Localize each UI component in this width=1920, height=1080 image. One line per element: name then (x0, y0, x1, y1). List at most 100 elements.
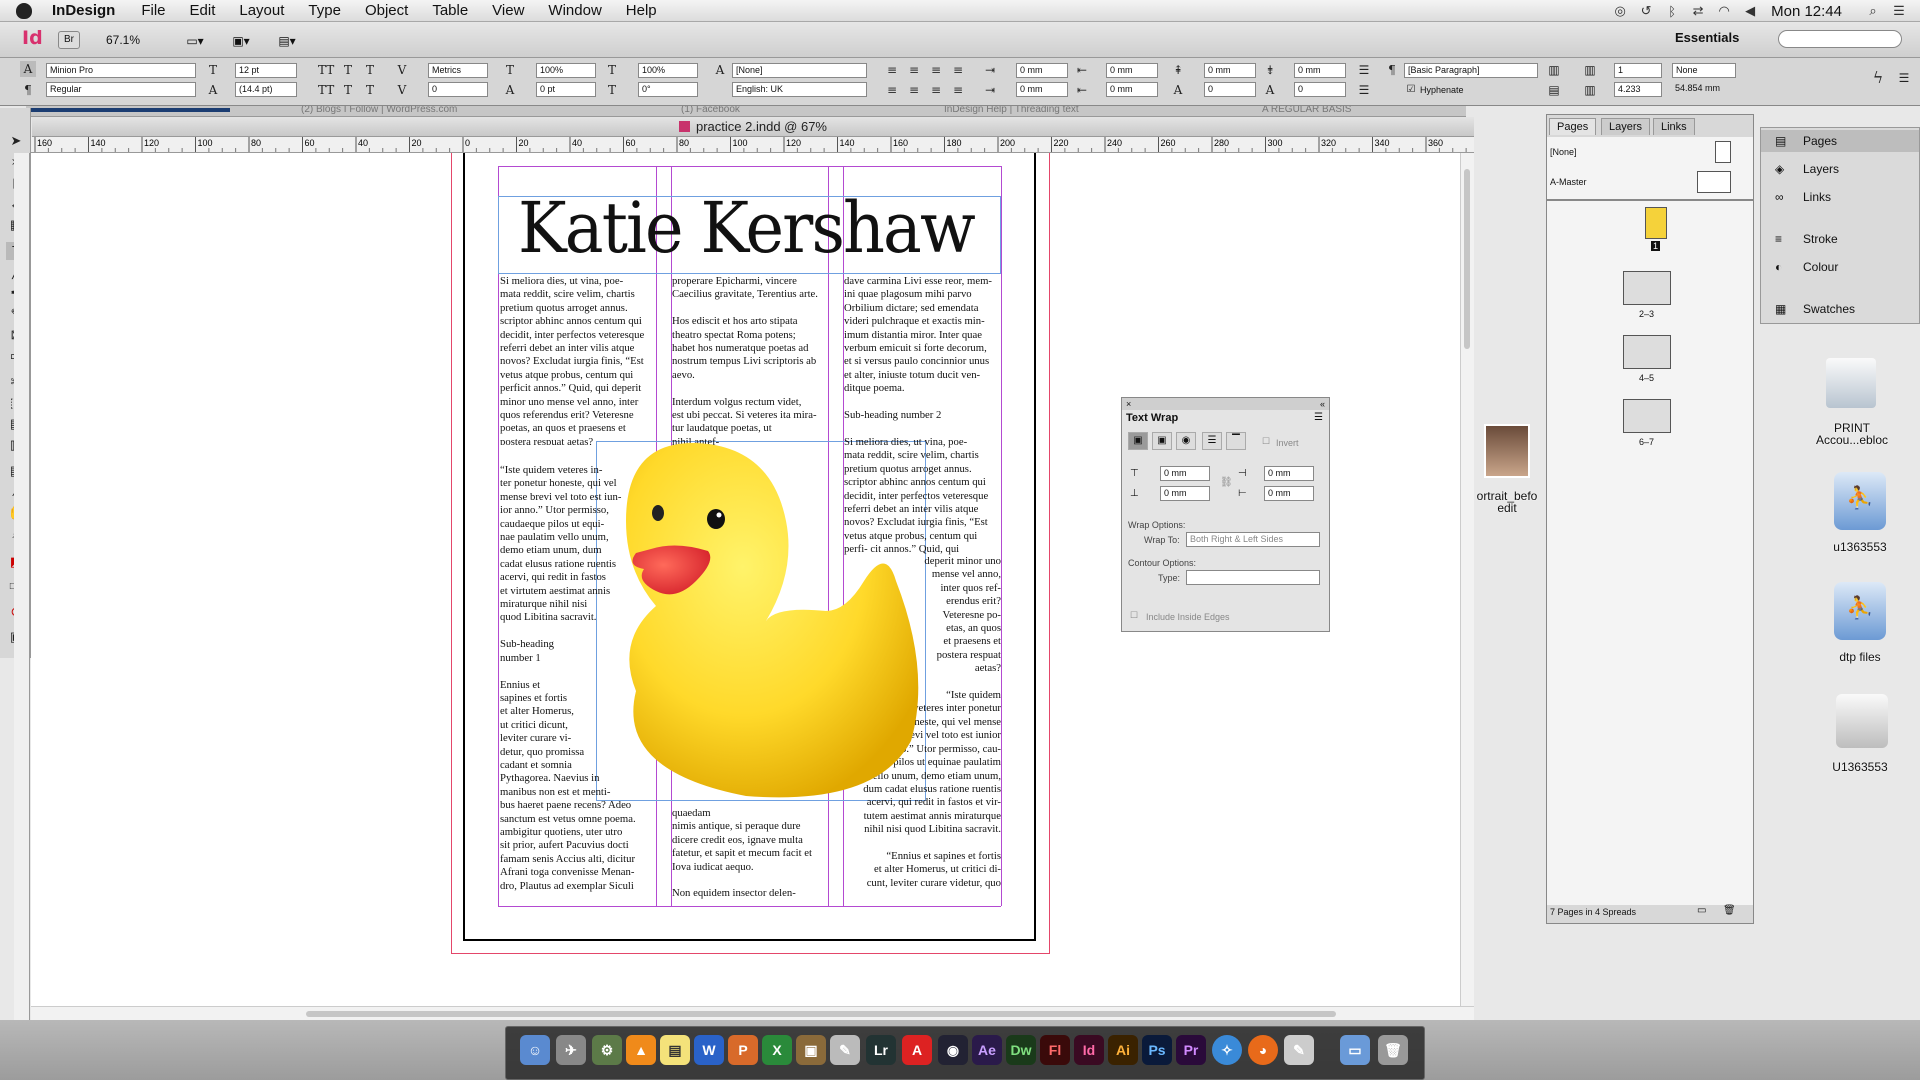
selection-tool-icon[interactable]: ➤ (6, 132, 26, 150)
screen-mode-button[interactable]: ▣▾ (226, 30, 256, 50)
wifi-icon[interactable]: ◠ (1715, 3, 1733, 19)
jump-object-button[interactable]: ☰ (1202, 432, 1222, 450)
flash-icon[interactable]: Fl (1040, 1035, 1070, 1065)
vertical-scrollbar[interactable] (1460, 153, 1474, 1013)
page-1-thumb[interactable] (1645, 207, 1667, 239)
subscript-icon[interactable]: T (340, 82, 356, 98)
text-column-1a[interactable]: Si meliora dies, ut vina, poe- mata redd… (500, 275, 656, 445)
tab-pages[interactable]: Pages (1549, 118, 1597, 135)
paragraph-style-field[interactable]: [Basic Paragraph] (1404, 63, 1538, 78)
font-size-field[interactable]: 12 pt (235, 63, 297, 78)
finder-icon[interactable]: ☺ (520, 1035, 550, 1065)
script-editor-icon[interactable]: ✎ (830, 1035, 860, 1065)
a-master[interactable]: A-Master (1550, 177, 1587, 187)
document-title-bar[interactable]: practice 2.indd @ 67% (32, 117, 1474, 137)
external-disk-label[interactable]: U1363553 (1820, 760, 1900, 774)
clock[interactable]: Mon 12:44 (1771, 3, 1842, 20)
strikethrough-icon[interactable]: T (362, 82, 378, 98)
text-wrap-titlebar[interactable]: × « (1122, 398, 1329, 410)
menu-view[interactable]: View (480, 2, 536, 19)
font-style-field[interactable]: Regular (46, 82, 196, 97)
new-page-icon[interactable]: ▭ (1697, 905, 1706, 916)
font-family-field[interactable]: Minion Pro (46, 63, 196, 78)
gutter-field[interactable]: 54.854 mm (1672, 82, 1736, 97)
drop-cap-lines-field[interactable]: 0 (1204, 82, 1256, 97)
after-effects-icon[interactable]: Ae (972, 1035, 1002, 1065)
acrobat-icon[interactable]: A (902, 1035, 932, 1065)
vertical-ruler[interactable] (14, 153, 30, 1023)
leading-field[interactable]: (14.4 pt) (235, 82, 297, 97)
vlc-icon[interactable]: ▲ (626, 1035, 656, 1065)
para-formatting-icon[interactable]: ¶ (20, 82, 36, 98)
printer-icon[interactable] (1826, 358, 1876, 408)
volume-icon[interactable]: ◀ (1741, 3, 1759, 19)
contour-type-select[interactable] (1186, 570, 1320, 585)
menu-window[interactable]: Window (536, 2, 613, 19)
menu-object[interactable]: Object (353, 2, 420, 19)
sync-icon[interactable]: ⇄ (1689, 3, 1707, 19)
character-style-field[interactable]: [None] (732, 63, 867, 78)
menu-help[interactable]: Help (614, 2, 669, 19)
page-heading[interactable]: Katie Kershaw (518, 187, 976, 269)
kerning-field[interactable]: Metrics (428, 63, 488, 78)
vertical-scale-field[interactable]: 100% (536, 63, 596, 78)
menu-type[interactable]: Type (296, 2, 353, 19)
page-4-5-thumb[interactable] (1623, 335, 1671, 369)
trash-icon[interactable]: 🗑 (1378, 1035, 1408, 1065)
superscript-icon[interactable]: T (340, 62, 356, 78)
space-before-field[interactable]: 0 mm (1204, 63, 1256, 78)
help-search-input[interactable] (1778, 30, 1902, 48)
word-icon[interactable]: W (694, 1035, 724, 1065)
page-6-7-thumb[interactable] (1623, 399, 1671, 433)
apple-icon[interactable] (16, 2, 32, 19)
lightning-icon[interactable]: ϟ (1870, 70, 1886, 86)
photoshop-icon[interactable]: Ps (1142, 1035, 1172, 1065)
column-width-field[interactable]: 4.233 (1614, 82, 1662, 97)
tab-layers[interactable]: Layers (1601, 118, 1651, 135)
preview-icon[interactable]: ▣ (796, 1035, 826, 1065)
launchpad-icon[interactable]: ✈ (556, 1035, 586, 1065)
none-master-thumb[interactable] (1715, 141, 1731, 163)
firefox-icon[interactable]: ◕ (1248, 1035, 1278, 1065)
first-line-indent-field[interactable]: 0 mm (1016, 82, 1068, 97)
tab-blogs[interactable]: (2) Blogs I Follow | WordPress.com (301, 106, 457, 115)
top-offset-field[interactable]: 0 mm (1160, 466, 1210, 481)
menu-layout[interactable]: Layout (227, 2, 296, 19)
premiere-icon[interactable]: Pr (1176, 1035, 1206, 1065)
align-towards-spine-icon[interactable]: ≡ (950, 62, 966, 78)
align-right-icon[interactable]: ≡ (928, 62, 944, 78)
include-inside-edges-checkbox[interactable]: ☐ (1130, 610, 1138, 621)
right-offset-field[interactable]: 0 mm (1264, 486, 1314, 501)
page-2-3-thumb[interactable] (1623, 271, 1671, 305)
panel-colour[interactable]: ◐ Colour (1761, 256, 1919, 278)
panel-pages[interactable]: ▤ Pages (1761, 130, 1919, 152)
panel-swatches[interactable]: ▦ Swatches (1761, 298, 1919, 320)
view-options-button[interactable]: ▭▾ (180, 30, 210, 50)
vertical-scroll-thumb[interactable] (1464, 169, 1470, 349)
panel-menu-icon[interactable]: ☰ (1896, 70, 1912, 86)
align-center-icon[interactable]: ≡ (906, 62, 922, 78)
panel-layers[interactable]: ◈ Layers (1761, 158, 1919, 180)
menu-file[interactable]: File (129, 2, 177, 19)
powerpoint-icon[interactable]: P (728, 1035, 758, 1065)
tab-indesign-help[interactable]: InDesign Help | Threading text (944, 106, 1079, 115)
skew-field[interactable]: 0° (638, 82, 698, 97)
tab-links[interactable]: Links (1653, 118, 1695, 135)
stickies-icon[interactable]: ▤ (660, 1035, 690, 1065)
dtp-files-label[interactable]: dtp files (1820, 650, 1900, 664)
small-caps-icon[interactable]: TT (318, 82, 334, 98)
menu-table[interactable]: Table (420, 2, 480, 19)
language-field[interactable]: English: UK (732, 82, 867, 97)
last-line-indent-field[interactable]: 0 mm (1106, 82, 1158, 97)
workspace-switcher[interactable]: Essentials (1675, 30, 1739, 45)
bullets-icon[interactable]: ☰ (1356, 62, 1372, 78)
jump-next-column-button[interactable]: ▔ (1226, 432, 1246, 450)
excel-icon[interactable]: X (762, 1035, 792, 1065)
text-column-2b[interactable]: quaedam nimis antique, si peraque dure d… (672, 807, 828, 905)
horizontal-scrollbar[interactable] (31, 1006, 1474, 1020)
horizontal-scale-field[interactable]: 100% (638, 63, 698, 78)
justify-all-icon[interactable]: ≡ (950, 82, 966, 98)
wrap-to-select[interactable]: Both Right & Left Sides (1186, 532, 1320, 547)
char-formatting-icon[interactable]: A (20, 61, 36, 77)
safari-icon[interactable]: ✧ (1212, 1035, 1242, 1065)
